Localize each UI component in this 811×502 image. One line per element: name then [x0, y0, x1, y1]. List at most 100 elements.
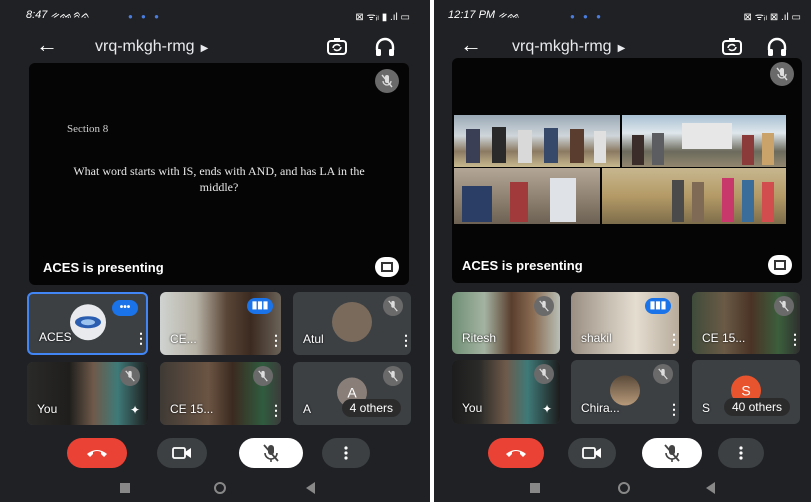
participant-name: You	[462, 401, 483, 415]
right-phone-screen: 12:17 PM ᨀᨐ ● ● ● ⊠ ᯤᵢₗ ⊠ .ıl ▭ ← vrq-mk…	[434, 0, 811, 502]
others-count[interactable]: 40 others	[723, 398, 790, 416]
mic-button[interactable]	[642, 438, 702, 468]
back-arrow-icon[interactable]: ←	[36, 34, 58, 56]
participant-tile-atul[interactable]: Atul ⋮	[293, 292, 411, 355]
participant-tile-shakil[interactable]: ▮▮▮ shakil ⋮	[571, 292, 679, 354]
status-signal: ⊠ ᯤᵢₗ ⊠ .ıl ▭	[743, 12, 801, 23]
participant-name: Chira...	[581, 401, 620, 415]
mic-off-icon	[774, 296, 794, 316]
meeting-code: vrq-mkgh-rmg	[95, 38, 195, 55]
call-controls	[434, 438, 811, 470]
slide-photo-group-4	[602, 168, 786, 224]
home-icon[interactable]	[618, 482, 630, 494]
presentation-stage[interactable]: Section 8 What word starts with IS, ends…	[29, 63, 409, 285]
mic-button[interactable]	[239, 438, 303, 468]
meeting-title[interactable]: vrq-mkgh-rmg ▶	[512, 38, 625, 56]
end-call-icon	[506, 450, 526, 457]
camera-icon	[582, 447, 601, 459]
participant-name: S	[702, 401, 711, 415]
people-silhouettes	[466, 127, 606, 163]
participant-name: A	[303, 402, 312, 416]
participant-tile-others[interactable]: S S 40 others	[692, 360, 800, 424]
aces-logo	[69, 303, 106, 340]
mic-off-icon	[534, 364, 554, 384]
meeting-title[interactable]: vrq-mkgh-rmg ▶	[95, 38, 208, 56]
fullscreen-icon[interactable]	[768, 255, 792, 275]
mic-off-icon	[653, 364, 673, 384]
participant-tile-you[interactable]: You ✦	[27, 362, 148, 425]
more-icon[interactable]: ⋮	[667, 402, 679, 416]
end-call-button[interactable]	[67, 438, 127, 468]
participant-name: Atul	[303, 332, 324, 346]
more-icon[interactable]: ⋮	[269, 403, 281, 417]
notification-dots: ● ● ●	[570, 12, 604, 21]
presenting-label: ACES is presenting	[43, 260, 164, 275]
presentation-stage[interactable]: ACES is presenting	[452, 58, 802, 283]
more-icon[interactable]: ⋮	[269, 333, 281, 347]
speaking-indicator: ▮▮▮	[645, 298, 671, 314]
participant-name: Ritesh	[462, 331, 497, 345]
more-icon	[739, 446, 743, 460]
effects-icon[interactable]: ✦	[130, 403, 140, 417]
more-options-button[interactable]	[718, 438, 764, 468]
status-time: 12:17 PM ᨀᨐ	[448, 9, 521, 21]
more-icon	[344, 446, 348, 460]
back-arrow-icon[interactable]: ←	[460, 34, 482, 56]
notification-dots: ● ● ●	[128, 12, 162, 21]
call-controls	[0, 438, 430, 470]
recents-icon[interactable]	[120, 483, 130, 493]
more-options-button[interactable]	[322, 438, 370, 468]
more-icon[interactable]: ⋮	[399, 333, 411, 347]
participant-tile-ritesh[interactable]: Ritesh	[452, 292, 560, 354]
more-icon[interactable]: ⋮	[134, 331, 146, 345]
participant-name: shakil	[581, 331, 612, 345]
slide-photo-group-1	[454, 115, 620, 167]
mic-off-icon	[383, 296, 403, 316]
left-phone-screen: 8:47 ᨀᨐᨑᨊ ● ● ● ⊠ ᯤᵢₗ ▮ .ıl ▭ ← vrq-mkgh…	[0, 0, 430, 502]
mic-off-icon	[770, 62, 794, 86]
status-time: 8:47 ᨀᨐᨑᨊ	[26, 9, 90, 21]
switch-camera-icon[interactable]	[326, 36, 348, 58]
people-silhouettes	[462, 178, 576, 222]
mic-off-icon	[263, 444, 279, 462]
participant-tile-ce15[interactable]: CE 15... ⋮	[160, 362, 281, 425]
participant-tile-ce[interactable]: ▮▮▮ CE... ⋮	[160, 292, 281, 355]
android-nav-bar	[0, 474, 430, 502]
caret-right-icon: ▶	[200, 43, 209, 54]
effects-icon[interactable]: ✦	[542, 402, 552, 416]
status-bar: 12:17 PM ᨀᨐ ● ● ● ⊠ ᯤᵢₗ ⊠ .ıl ▭	[434, 0, 811, 30]
others-count[interactable]: 4 others	[341, 399, 401, 417]
camera-button[interactable]	[157, 438, 207, 468]
participant-name: CE...	[170, 332, 197, 346]
participant-tile-others[interactable]: A A 4 others	[293, 362, 411, 425]
recents-icon[interactable]	[530, 483, 540, 493]
more-icon[interactable]: ⋮	[667, 332, 679, 346]
participant-tile-chira[interactable]: Chira... ⋮	[571, 360, 679, 424]
headphones-icon[interactable]	[766, 36, 788, 58]
more-icon[interactable]: ⋮	[788, 332, 800, 346]
slide-heading: Section 8	[67, 123, 109, 135]
meeting-code: vrq-mkgh-rmg	[512, 38, 612, 55]
avatar	[332, 301, 372, 342]
status-bar: 8:47 ᨀᨐᨑᨊ ● ● ● ⊠ ᯤᵢₗ ▮ .ıl ▭	[0, 0, 430, 30]
participant-tile-aces[interactable]: ••• ACES ⋮	[27, 292, 148, 355]
end-call-icon	[87, 450, 107, 457]
meeting-top-bar: ← vrq-mkgh-rmg ▶	[0, 30, 430, 64]
speaking-indicator: ▮▮▮	[247, 298, 273, 314]
participant-tile-you[interactable]: You ✦	[452, 360, 560, 424]
camera-icon	[172, 447, 191, 459]
caret-right-icon: ▶	[617, 43, 626, 54]
switch-camera-icon[interactable]	[721, 36, 743, 58]
participant-name: CE 15...	[702, 331, 746, 345]
participant-tile-ce15[interactable]: CE 15... ⋮	[692, 292, 800, 354]
end-call-button[interactable]	[488, 438, 544, 468]
back-nav-icon[interactable]	[306, 482, 315, 494]
slide-photo-group-3	[454, 168, 600, 224]
people-silhouettes	[632, 123, 774, 165]
back-nav-icon[interactable]	[706, 482, 715, 494]
fullscreen-icon[interactable]	[375, 257, 399, 277]
camera-button[interactable]	[568, 438, 616, 468]
home-icon[interactable]	[214, 482, 226, 494]
slide-photo-group-2	[622, 115, 786, 167]
headphones-icon[interactable]	[374, 36, 396, 58]
